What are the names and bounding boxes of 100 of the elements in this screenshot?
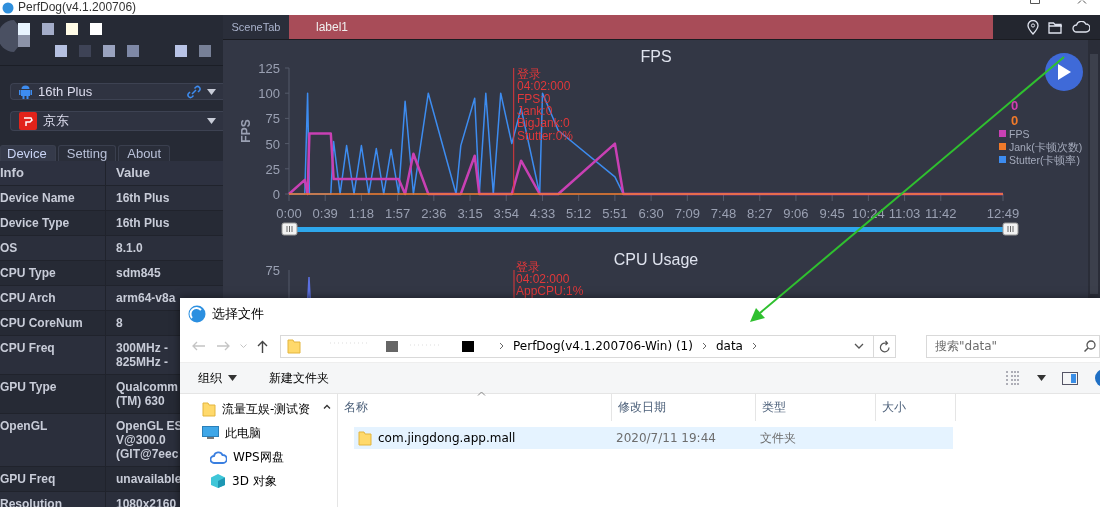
new-folder-button[interactable]: 新建文件夹 bbox=[267, 367, 331, 389]
table-cell: 2020/7/11 19:44 bbox=[616, 431, 716, 445]
breadcrumb[interactable]: PerfDog(v4.1.200706-Win) (1) bbox=[513, 339, 693, 353]
tab[interactable]: Device bbox=[0, 145, 56, 161]
chevron-icon bbox=[499, 342, 504, 350]
tick-label: 8:27 bbox=[747, 206, 773, 221]
tick-label: 50 bbox=[265, 136, 280, 152]
folder-icon bbox=[202, 401, 216, 417]
table-cell-text: GPU Freq bbox=[0, 471, 57, 488]
tab[interactable]: Setting bbox=[57, 145, 117, 161]
chevron-icon bbox=[751, 342, 757, 350]
column-header: Info bbox=[0, 164, 25, 182]
cube-icon bbox=[210, 473, 226, 489]
tick-label: 75 bbox=[265, 263, 280, 278]
table-cell: 文件夹 bbox=[760, 429, 796, 447]
location-pin-icon[interactable] bbox=[1027, 19, 1039, 35]
column-header[interactable]: 名称 bbox=[338, 394, 612, 421]
table-cell-text: CPU Freq bbox=[0, 340, 56, 357]
refresh-icon bbox=[878, 339, 891, 353]
table-cell-text: CPU Type bbox=[0, 265, 57, 282]
file-name: com.jingdong.app.mall bbox=[378, 431, 516, 445]
tick-label: 7:09 bbox=[674, 206, 700, 221]
up-arrow-icon[interactable] bbox=[257, 339, 268, 353]
tick-label: 5:51 bbox=[602, 206, 628, 221]
column-header[interactable]: 类型 bbox=[756, 394, 876, 421]
app-select[interactable]: 京东 bbox=[10, 111, 223, 131]
tick-label: 25 bbox=[265, 161, 280, 177]
app-icon bbox=[2, 1, 14, 14]
view-caret-icon bbox=[1037, 375, 1046, 381]
tick-label: 0:39 bbox=[312, 206, 338, 221]
tick-label: 4:33 bbox=[529, 206, 556, 221]
table-cell-text: CPU CoreNum bbox=[0, 315, 84, 332]
play-icon bbox=[1057, 64, 1071, 80]
folder-icon bbox=[287, 338, 301, 354]
search-field[interactable]: 搜索"data" bbox=[926, 334, 1100, 358]
search-icon[interactable] bbox=[1084, 339, 1096, 352]
tick-label: 3:54 bbox=[493, 206, 519, 221]
tick-label: 0:00 bbox=[276, 206, 302, 221]
device-select[interactable]: 16th Plus bbox=[10, 83, 223, 100]
tick-label: 75 bbox=[265, 111, 280, 127]
app-icon bbox=[19, 112, 37, 130]
tick-label: 2:36 bbox=[421, 206, 447, 221]
address-bar[interactable]: PerfDog(v4.1.200706-Win) (1) data bbox=[280, 334, 874, 358]
tick-label: 7:48 bbox=[710, 206, 737, 221]
current-value: 0 bbox=[1011, 98, 1019, 113]
table-cell-text: OS bbox=[0, 240, 19, 257]
file-row[interactable]: com.jingdong.app.mall 2020/7/11 19:44 文件夹 bbox=[354, 427, 953, 449]
chart-title: CPU Usage bbox=[613, 251, 699, 268]
current-value: 0 bbox=[1011, 113, 1019, 128]
tick-label: 9:45 bbox=[819, 206, 845, 221]
tick-label: 6:30 bbox=[638, 206, 664, 221]
dropdown-caret-icon[interactable] bbox=[854, 343, 864, 349]
table-cell-text: GPU Type bbox=[0, 379, 58, 396]
time-range-slider[interactable] bbox=[281, 222, 1019, 236]
table-cell-text: Device Name bbox=[0, 190, 76, 207]
tick-label: 12:49 bbox=[986, 206, 1020, 221]
tick-label: 5:12 bbox=[566, 206, 592, 221]
window-title: PerfDog(v4.1.200706) bbox=[18, 0, 137, 15]
folder-icon[interactable] bbox=[1048, 20, 1063, 34]
tick-label: 1:57 bbox=[385, 206, 411, 221]
legend-label: FPS bbox=[1009, 128, 1030, 140]
label-bar: label1 bbox=[289, 15, 993, 39]
computer-icon bbox=[202, 426, 219, 440]
cloud-icon bbox=[210, 450, 227, 464]
marker-label: 登录 04:02:000 AppCPU:1% bbox=[516, 260, 584, 298]
tick-label: 3:15 bbox=[457, 206, 483, 221]
tick-label: 11:42 bbox=[925, 206, 957, 221]
tick-label: 9:06 bbox=[783, 206, 809, 221]
chart-title: FPS bbox=[640, 48, 672, 65]
chevron-icon bbox=[701, 342, 707, 350]
scroll-up-icon[interactable] bbox=[323, 404, 331, 409]
refresh-button[interactable] bbox=[874, 334, 896, 358]
tick-label: 0 bbox=[272, 187, 280, 202]
android-icon bbox=[19, 84, 32, 99]
maximize-icon[interactable] bbox=[1030, 0, 1040, 4]
caret-icon bbox=[207, 88, 216, 95]
tick-label: 125 bbox=[258, 61, 280, 76]
dialog-icon bbox=[188, 305, 206, 323]
table-cell-text: OpenGL bbox=[0, 418, 49, 435]
column-header[interactable]: 大小 bbox=[876, 394, 956, 421]
axis-label: FPS bbox=[239, 119, 253, 143]
sort-caret-icon bbox=[477, 391, 486, 396]
tick-label: 100 bbox=[258, 86, 280, 102]
caret-icon bbox=[228, 375, 237, 381]
link-icon bbox=[187, 84, 201, 99]
legend-label: Jank(卡顿次数) bbox=[1009, 141, 1083, 153]
tick-label: 11:03 bbox=[888, 206, 921, 221]
legend-label: Stutter(卡顿率) bbox=[1009, 154, 1080, 166]
preview-pane-icon[interactable] bbox=[1062, 371, 1078, 385]
table-cell-text: CPU Arch bbox=[0, 290, 57, 307]
scene-tab[interactable]: SceneTab bbox=[223, 15, 289, 39]
column-header[interactable]: 修改日期 bbox=[612, 394, 756, 421]
breadcrumb[interactable]: data bbox=[715, 339, 743, 353]
cloud-icon[interactable] bbox=[1072, 21, 1090, 33]
tab[interactable]: About bbox=[118, 145, 171, 161]
caret-icon bbox=[207, 118, 216, 124]
folder-icon bbox=[358, 430, 372, 446]
play-button[interactable] bbox=[1045, 53, 1083, 91]
tick-label: 1:18 bbox=[348, 206, 375, 221]
table-cell-text: Device Type bbox=[0, 215, 71, 232]
